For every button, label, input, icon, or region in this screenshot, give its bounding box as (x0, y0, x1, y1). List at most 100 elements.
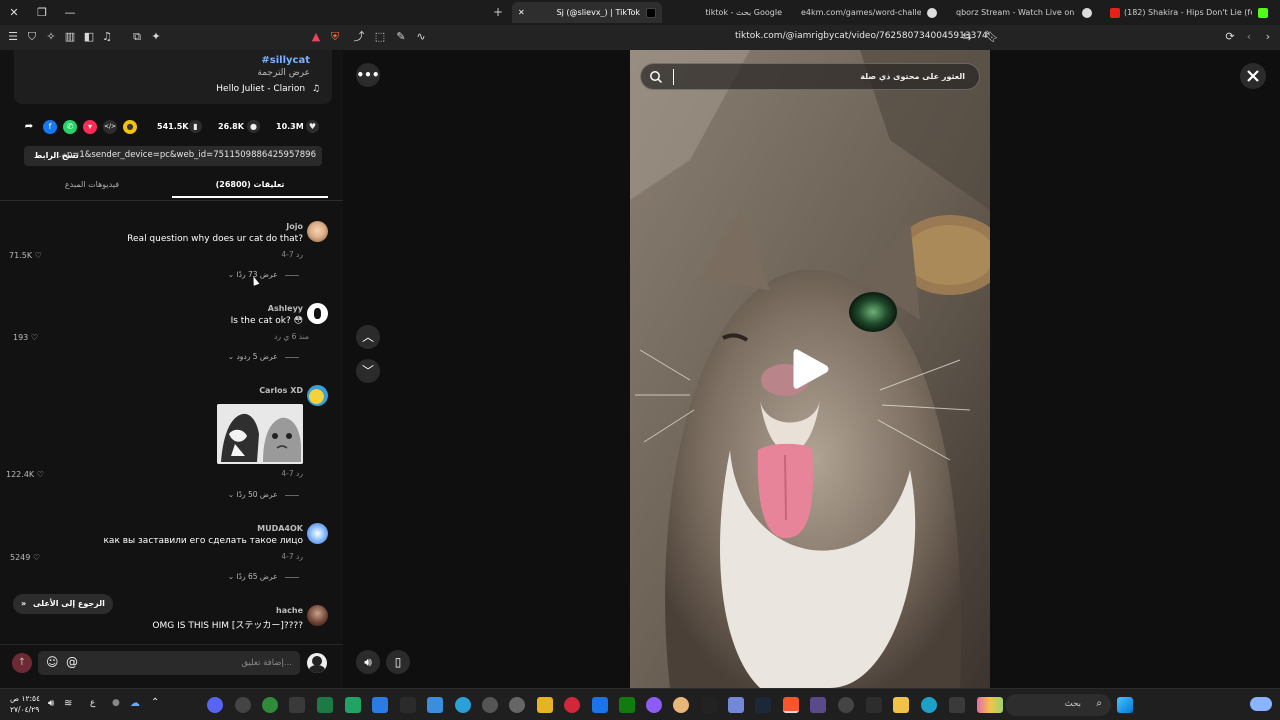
discord-taskbar-icon[interactable] (207, 697, 223, 713)
wifi-icon[interactable]: ≋ (64, 698, 72, 709)
comment-like-button[interactable]: 5249 ♡ (10, 553, 40, 562)
app-taskbar-icon[interactable] (372, 697, 388, 713)
view-replies-button[interactable]: ⌄ عرض 50 ردًا (228, 490, 299, 499)
sidebar-icon[interactable]: ▥ (63, 30, 77, 44)
back-icon[interactable]: ‹ (1242, 30, 1256, 44)
play-icon[interactable] (793, 348, 829, 390)
tab-comments[interactable]: تعليقات (26800) (172, 176, 328, 198)
comment-author[interactable]: hache (276, 606, 303, 615)
share-page-icon[interactable]: ⤴ (352, 30, 366, 44)
close-video-button[interactable] (1240, 63, 1266, 89)
xbox-taskbar-icon[interactable] (262, 697, 278, 713)
clock-taskbar-icon[interactable] (509, 697, 525, 713)
taskbar-search[interactable]: بحث ⌕ (977, 694, 1111, 716)
vpn-icon[interactable]: ▲ (309, 30, 323, 44)
screenshot-icon[interactable]: ⧉ (130, 30, 144, 44)
translate-page-icon[interactable]: ∿ (414, 30, 428, 44)
steam-taskbar-icon[interactable] (482, 697, 498, 713)
sticky-taskbar-icon[interactable] (537, 697, 553, 713)
view-replies-button[interactable]: ⌄ عرض 73 ردًا (228, 270, 299, 279)
view-replies-button[interactable]: ⌄ عرض 5 ردود (228, 352, 299, 361)
window-close-icon[interactable]: ✕ (0, 0, 28, 25)
pen-icon[interactable]: ✎ (394, 30, 408, 44)
avatar[interactable] (307, 221, 328, 242)
related-search-bar[interactable]: العثور على محتوى ذي صلة (640, 63, 980, 90)
desktop-taskbar-icon[interactable] (949, 697, 965, 713)
next-video-button[interactable]: ﹀ (356, 359, 380, 383)
chatgpt-taskbar-icon[interactable] (838, 697, 854, 713)
discord2-taskbar-icon[interactable] (728, 697, 744, 713)
comment-icon[interactable]: ● (247, 120, 260, 133)
sidebar-right-icon[interactable]: ◧ (82, 30, 96, 44)
tab-tiktok-profile[interactable]: ✕ Sj (@slievx_) | TikTok (512, 2, 662, 23)
store-taskbar-icon[interactable] (592, 697, 608, 713)
microphone-icon[interactable]: ● (112, 698, 120, 708)
comment-meta[interactable]: 4-7 رد (281, 552, 303, 561)
edge-taskbar-icon[interactable] (921, 697, 937, 713)
window-minimize-icon[interactable]: — (56, 0, 84, 25)
avatar[interactable] (307, 605, 328, 626)
language-indicator[interactable]: ع (90, 698, 95, 708)
avatar[interactable] (307, 523, 328, 544)
reload-icon[interactable]: ⟳ (1223, 30, 1237, 44)
brave-taskbar-icon[interactable] (783, 697, 799, 713)
comment-meta[interactable]: 4-7 رد (281, 469, 303, 478)
user-avatar[interactable] (307, 653, 327, 673)
forward-icon[interactable]: › (1261, 30, 1275, 44)
tools-taskbar-icon[interactable] (289, 697, 305, 713)
game-taskbar-icon[interactable] (646, 697, 662, 713)
extensions-icon[interactable]: ✧ (44, 30, 58, 44)
send-comment-button[interactable]: ↑ (12, 653, 32, 673)
more-options-icon[interactable]: ••• (356, 63, 380, 87)
system-clock[interactable]: ١٢:٥٤ ص ٢٧/٠٤/٢٩ (10, 693, 40, 715)
heart-icon[interactable]: ♥ (306, 120, 319, 133)
comment-meta[interactable]: 4-7 رد (281, 250, 303, 259)
menu-icon[interactable]: ☰ (6, 30, 20, 44)
share-link-text[interactable]: ...p=1&sender_device=pc&web_id=751150988… (59, 150, 316, 160)
tab-kick-stream[interactable]: qborz Stream - Watch Live on Kick (950, 2, 1098, 23)
back-to-top-button[interactable]: » الرجوع إلى الأعلى (13, 594, 113, 614)
comment-like-button[interactable]: 122.4K ♡ (6, 470, 44, 479)
comment-like-button[interactable]: 193 ♡ (13, 333, 38, 342)
window-restore-icon[interactable]: ❐ (28, 0, 56, 25)
telegram-taskbar-icon[interactable] (455, 697, 471, 713)
mention-icon[interactable]: @ (66, 655, 78, 669)
comment-like-button[interactable]: 71.5K ♡ (9, 251, 42, 260)
sheets-taskbar-icon[interactable] (345, 697, 361, 713)
tab-creator-videos[interactable]: فيديوهات المبدع (14, 176, 170, 198)
share-arrow-icon[interactable]: ➦ (22, 120, 36, 134)
bookmark-save-icon[interactable]: ▮ (189, 120, 202, 133)
notes-taskbar-icon[interactable] (400, 697, 416, 713)
steam2-taskbar-icon[interactable] (755, 697, 771, 713)
emoji-icon[interactable]: ☺ (46, 655, 59, 669)
mini-player-icon[interactable]: ▯ (386, 650, 410, 674)
tray-chevron-icon[interactable]: ⌃ (151, 697, 159, 708)
music-icon[interactable]: ♫ (100, 30, 114, 44)
comment-sticker-image[interactable] (217, 404, 303, 464)
opera-taskbar-icon[interactable] (564, 697, 580, 713)
comment-author[interactable]: Ashleyy (268, 304, 303, 313)
weather-widget-icon[interactable] (1250, 697, 1272, 711)
tab-close-icon[interactable]: ✕ (518, 8, 525, 17)
avatar-taskbar-icon[interactable] (673, 697, 689, 713)
cloud-sync-icon[interactable]: ☁ (130, 698, 140, 709)
see-translation-link[interactable]: عرض الترجمة (257, 68, 310, 78)
whatsapp-icon[interactable]: ✆ (63, 120, 77, 134)
facebook-icon[interactable]: f (43, 120, 57, 134)
volume-icon[interactable]: 🔊︎ (356, 650, 380, 674)
address-bar[interactable]: tiktok.com/@iamrigbycat/video/7625807340… (735, 31, 988, 41)
xbox-app-taskbar-icon[interactable] (619, 697, 635, 713)
previous-video-button[interactable]: ︿ (356, 325, 380, 349)
video-frame[interactable]: العثور على محتوى ذي صلة (630, 50, 990, 688)
photos-taskbar-icon[interactable] (427, 697, 443, 713)
embed-icon[interactable]: </> (103, 120, 117, 134)
comment-meta[interactable]: منذ 6 ي رد (274, 332, 309, 341)
new-tab-button[interactable]: + (493, 5, 503, 19)
site-settings-icon[interactable]: ⇆ (960, 30, 974, 44)
heart-share-icon[interactable]: ▾ (83, 120, 97, 134)
capcut-taskbar-icon[interactable] (701, 697, 717, 713)
avatar[interactable] (307, 303, 328, 324)
tab-google-search[interactable]: tiktok - بحث Google (668, 2, 788, 23)
puzzle-icon[interactable]: ✦ (149, 30, 163, 44)
hashtag-link[interactable]: #sillycat (261, 55, 310, 66)
